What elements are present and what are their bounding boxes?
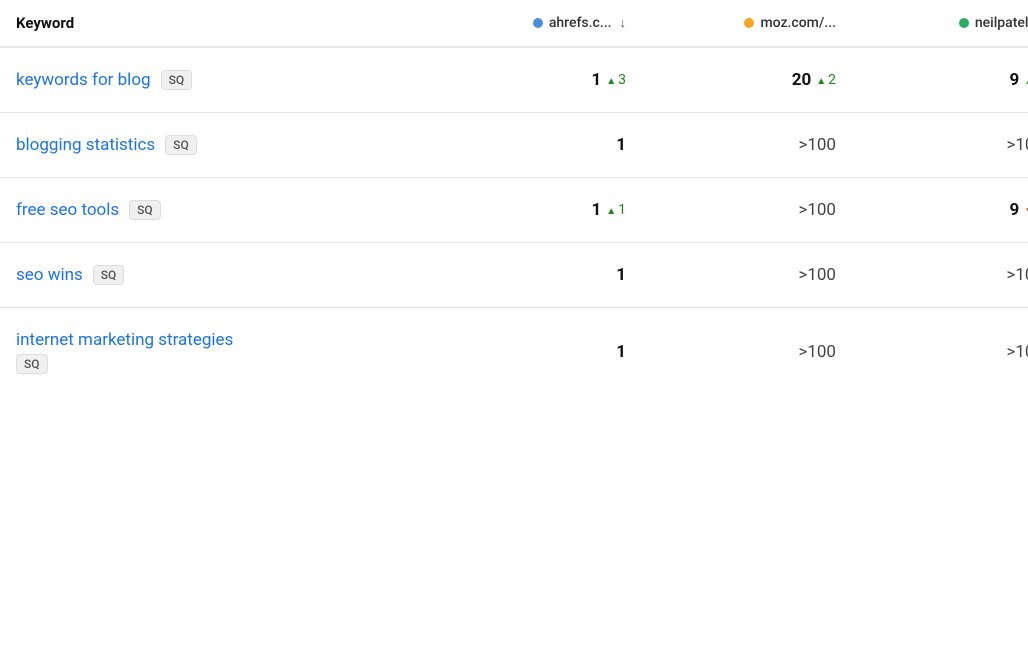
rank-value: >100 [798,265,836,285]
sq-badge: SQ [129,200,161,220]
arrow-up-icon [816,72,826,88]
site3-column-header[interactable]: neilpatel.... [836,15,1028,31]
keyword-cell: internet marketing strategies SQ [16,330,426,374]
arrow-up-icon [606,202,616,218]
table-row: blogging statistics SQ 1 >100 >100 [0,113,1028,178]
keyword-row-inner: internet marketing strategies [16,330,233,350]
keyword-link[interactable]: keywords for blog [16,70,151,90]
site3-dot [959,18,969,28]
sq-badge: SQ [16,354,48,374]
rank-value: 20 [792,70,812,90]
table-row: seo wins SQ 1 >100 >100 [0,243,1028,308]
site1-rank: 1 3 [426,70,626,90]
keyword-rank-table: Keyword ahrefs.c... ↓ moz.com/... neilpa… [0,0,1028,396]
site2-dot [744,18,754,28]
change-value: 2 [828,72,836,88]
site1-label: ahrefs.c... [549,15,612,31]
keyword-column-header: Keyword [16,14,426,32]
site3-label: neilpatel.... [975,15,1028,31]
change-value: 1 [618,202,626,218]
table-row: keywords for blog SQ 1 3 20 2 9 3 [0,48,1028,113]
site2-rank: >100 [626,200,836,220]
site2-rank: >100 [626,135,836,155]
site3-rank: 9 3 [836,70,1028,90]
rank-value: >100 [1006,135,1028,155]
sq-badge: SQ [165,135,197,155]
rank-value: >100 [798,135,836,155]
site1-column-header[interactable]: ahrefs.c... ↓ [426,15,626,31]
site1-rank: 1 [426,342,626,362]
arrow-up-icon [606,72,616,88]
change-up-indicator: 1 [606,202,626,218]
change-down-indicator: 1 [1024,202,1028,218]
site2-rank: 20 2 [626,70,836,90]
site2-label: moz.com/... [760,15,836,31]
site3-rank: >100 [836,342,1028,362]
keyword-link[interactable]: seo wins [16,265,83,285]
change-up-indicator: 3 [1024,72,1028,88]
rank-value: 1 [591,200,601,220]
rank-value: 9 [1009,70,1019,90]
keyword-link[interactable]: blogging statistics [16,135,155,155]
keyword-cell: free seo tools SQ [16,200,426,220]
rank-value: 1 [616,342,626,362]
sq-badge: SQ [93,265,125,285]
keyword-link[interactable]: free seo tools [16,200,119,220]
site2-column-header[interactable]: moz.com/... [626,15,836,31]
rank-value: >100 [1006,265,1028,285]
keyword-cell: keywords for blog SQ [16,70,426,90]
site1-dot [533,18,543,28]
rank-value: >100 [798,200,836,220]
keyword-cell: seo wins SQ [16,265,426,285]
site1-rank: 1 [426,135,626,155]
sq-badge: SQ [161,70,193,90]
table-row: free seo tools SQ 1 1 >100 9 1 [0,178,1028,243]
site2-rank: >100 [626,342,836,362]
site1-rank: 1 1 [426,200,626,220]
table-row: internet marketing strategies SQ 1 >100 … [0,308,1028,396]
change-up-indicator: 3 [606,72,626,88]
change-value: 3 [618,72,626,88]
keyword-link[interactable]: internet marketing strategies [16,330,233,350]
table-header: Keyword ahrefs.c... ↓ moz.com/... neilpa… [0,0,1028,48]
rank-value: 1 [616,135,626,155]
rank-value: >100 [1006,342,1028,362]
rank-value: 1 [616,265,626,285]
change-up-indicator: 2 [816,72,836,88]
arrow-down-icon [1024,202,1028,218]
rank-value: 1 [591,70,601,90]
site3-rank: 9 1 [836,200,1028,220]
site3-rank: >100 [836,265,1028,285]
rank-value: 9 [1009,200,1019,220]
arrow-up-icon [1024,72,1028,88]
keyword-cell: blogging statistics SQ [16,135,426,155]
site3-rank: >100 [836,135,1028,155]
site1-rank: 1 [426,265,626,285]
site2-rank: >100 [626,265,836,285]
rank-value: >100 [798,342,836,362]
